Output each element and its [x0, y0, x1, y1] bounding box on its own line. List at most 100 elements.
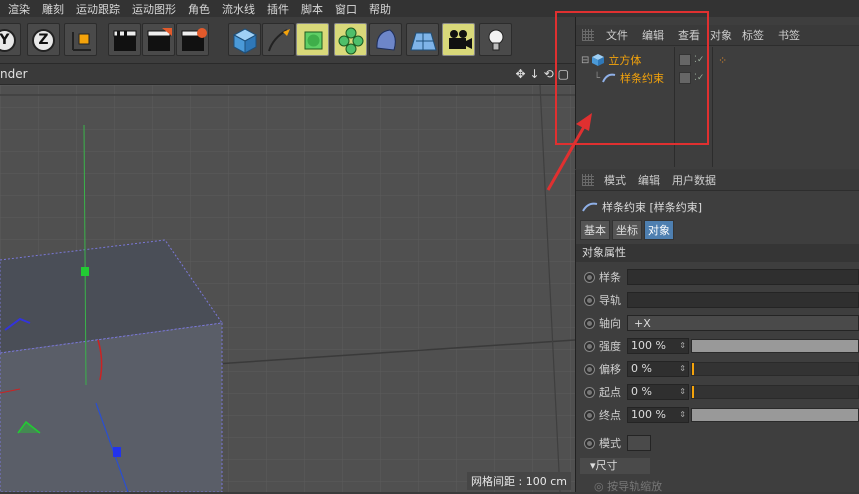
animate-radio[interactable]: [584, 317, 595, 329]
param-mode: 模式: [576, 433, 859, 453]
menu-pipeline[interactable]: 流水线: [222, 1, 255, 17]
end-value: 100 %: [631, 408, 666, 421]
offset-slider[interactable]: [691, 362, 859, 376]
z-axis-handle[interactable]: [113, 447, 121, 457]
param-label: 导轨: [599, 294, 621, 307]
camera-icon: [449, 30, 472, 49]
animate-radio[interactable]: [584, 294, 595, 306]
attribute-title: 样条约束 [样条约束]: [582, 199, 702, 215]
coordinate-system-button[interactable]: [64, 23, 97, 56]
grid-spacing-label: 网格间距 : 100 cm: [467, 472, 571, 490]
animate-radio[interactable]: [584, 409, 595, 421]
floor-button[interactable]: [406, 23, 439, 56]
camera-button[interactable]: [442, 23, 475, 56]
animate-radio[interactable]: [584, 340, 595, 352]
z-axis-button[interactable]: Z: [27, 23, 60, 56]
render-picture-viewer-button[interactable]: [142, 23, 175, 56]
menu-plugins[interactable]: 插件: [267, 1, 289, 17]
menu-script[interactable]: 脚本: [301, 1, 323, 17]
om-menu-tags[interactable]: 标签: [742, 27, 764, 43]
subdivision-surface-button[interactable]: [296, 23, 329, 56]
section-size-label: 尺寸: [595, 459, 618, 472]
param-label: 起点: [599, 386, 621, 399]
attribute-manager: 模式 编辑 用户数据 样条约束 [样条约束] 基本 坐标 对象 对象属性 样条 …: [575, 170, 859, 493]
axis-dropdown[interactable]: +X: [627, 315, 859, 331]
z-axis-icon: Z: [32, 29, 55, 52]
cube-front-face[interactable]: [0, 322, 223, 492]
animate-radio[interactable]: [584, 437, 595, 449]
strength-value: 100 %: [631, 339, 666, 352]
offset-input[interactable]: 0 % ⇕: [627, 361, 689, 377]
am-menu-user-data[interactable]: 用户数据: [672, 172, 716, 188]
end-input[interactable]: 100 % ⇕: [627, 407, 689, 423]
bend-deformer-icon: [376, 29, 396, 51]
end-slider[interactable]: [691, 408, 859, 422]
menu-help[interactable]: 帮助: [369, 1, 391, 17]
clapboard-icon: [113, 30, 137, 51]
am-menu-mode[interactable]: 模式: [604, 172, 626, 188]
viewport-title: nder: [0, 67, 28, 81]
param-axis: 轴向 +X: [576, 313, 859, 333]
strength-input[interactable]: 100 % ⇕: [627, 338, 689, 354]
pen-tool-button[interactable]: [262, 23, 295, 56]
menu-motion-tracking[interactable]: 运动跟踪: [76, 1, 120, 17]
om-menu-bookmarks[interactable]: 书签: [778, 27, 800, 43]
start-slider[interactable]: [691, 385, 859, 399]
stepper-icon[interactable]: ⇕: [679, 339, 686, 353]
animate-radio[interactable]: [584, 271, 595, 283]
menu-window[interactable]: 窗口: [335, 1, 357, 17]
y-axis-icon: Y: [0, 29, 16, 52]
clapboard-gear-icon: [181, 28, 207, 51]
tab-object[interactable]: 对象: [644, 220, 674, 240]
clapboard-play-icon: [147, 28, 172, 51]
render-settings-button[interactable]: [176, 23, 209, 56]
material-tag-icon[interactable]: ⁘: [718, 54, 727, 67]
param-label: 轴向: [599, 317, 621, 330]
deformer-button[interactable]: [369, 23, 402, 56]
menu-sculpt[interactable]: 雕刻: [42, 1, 64, 17]
start-value: 0 %: [631, 385, 652, 398]
y-axis-handle[interactable]: [81, 267, 89, 276]
section-size[interactable]: ▾尺寸: [580, 458, 650, 474]
am-menu-edit[interactable]: 编辑: [638, 172, 660, 188]
param-spline: 样条: [576, 267, 859, 287]
stepper-icon[interactable]: ⇕: [679, 362, 686, 376]
animate-radio[interactable]: [584, 363, 595, 375]
light-bulb-icon: [488, 29, 504, 51]
menu-render[interactable]: 渲染: [8, 1, 30, 17]
3d-viewport[interactable]: 网格间距 : 100 cm: [0, 85, 575, 492]
tab-coordinates[interactable]: 坐标: [612, 220, 642, 240]
slider-marker: [692, 386, 694, 398]
zoom-view-icon[interactable]: ↓: [530, 67, 540, 81]
param-rail: 导轨: [576, 290, 859, 310]
move-view-icon[interactable]: ✥: [515, 67, 525, 81]
y-axis-button[interactable]: Y: [0, 23, 21, 56]
attribute-title-text: 样条约束 [样条约束]: [602, 201, 703, 214]
stepper-icon[interactable]: ⇕: [679, 408, 686, 422]
light-button[interactable]: [479, 23, 512, 56]
rail-link-field[interactable]: [627, 292, 859, 308]
om-menu-objects[interactable]: 对象: [710, 27, 732, 43]
cloner-button[interactable]: [334, 23, 367, 56]
param-label: 偏移: [599, 363, 621, 376]
panel-grip-icon[interactable]: [582, 174, 594, 186]
subdivision-cube-icon: [304, 31, 323, 50]
tab-basic[interactable]: 基本: [580, 220, 610, 240]
start-input[interactable]: 0 % ⇕: [627, 384, 689, 400]
strength-slider[interactable]: [691, 339, 859, 353]
stepper-icon[interactable]: ⇕: [679, 385, 686, 399]
render-view-button[interactable]: [108, 23, 141, 56]
pen-icon: [268, 29, 290, 52]
offset-value: 0 %: [631, 362, 652, 375]
menu-mograph[interactable]: 运动图形: [132, 1, 176, 17]
cube-tool-button[interactable]: [228, 23, 261, 56]
viewport-header: nder ✥ ↓ ⟲ ▢: [0, 64, 575, 85]
mode-dropdown[interactable]: [627, 435, 651, 451]
slider-fill: [692, 340, 858, 352]
cloner-icon: [338, 27, 364, 55]
spline-link-field[interactable]: [627, 269, 859, 285]
menu-character[interactable]: 角色: [188, 1, 210, 17]
animate-radio[interactable]: [584, 386, 595, 398]
rotate-view-icon[interactable]: ⟲: [544, 67, 554, 81]
attribute-tabs: 基本 坐标 对象: [580, 220, 674, 240]
